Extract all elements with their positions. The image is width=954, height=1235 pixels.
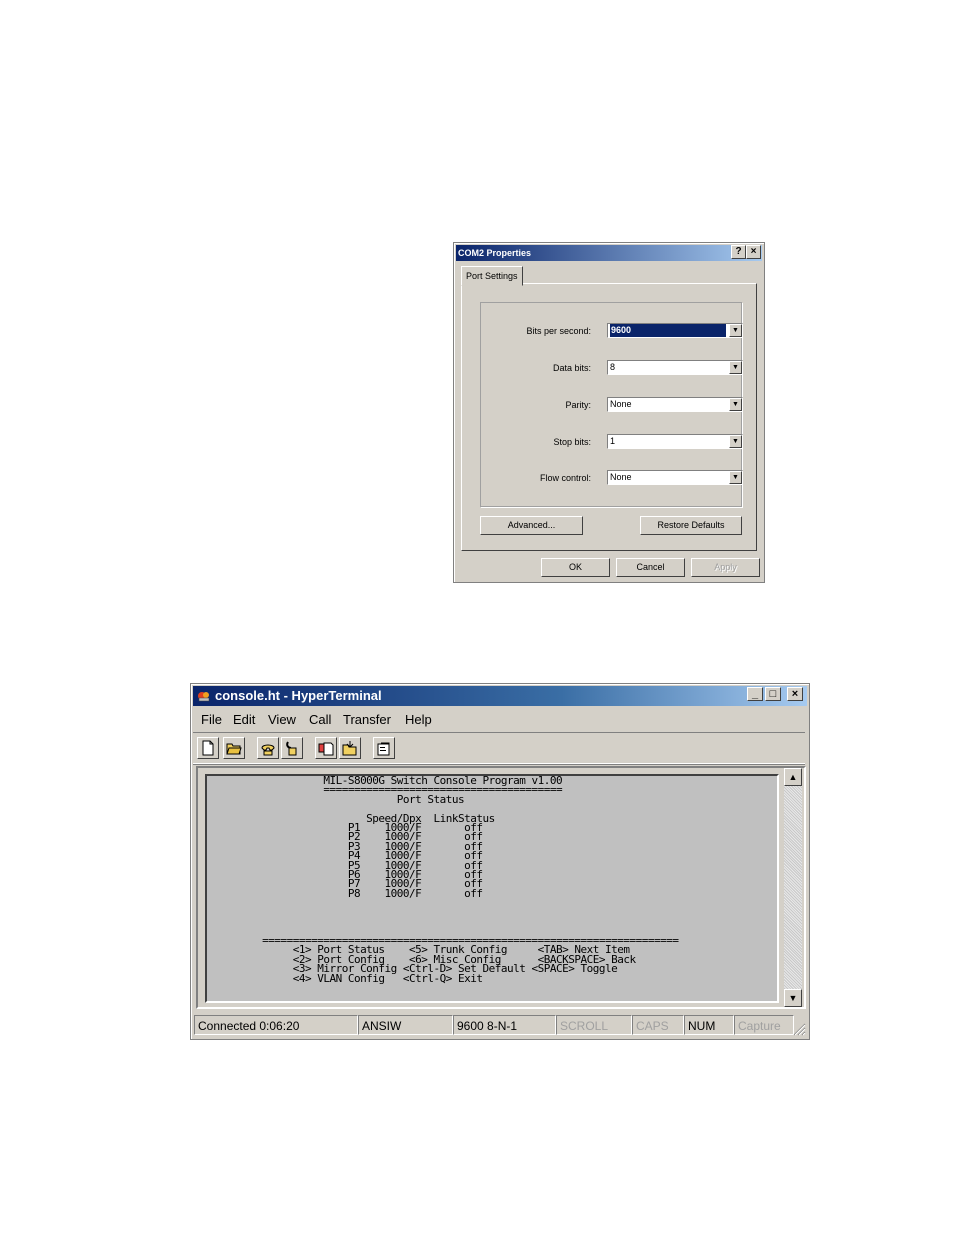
advanced-button[interactable]: Advanced... (480, 516, 583, 535)
minimize-icon[interactable]: _ (747, 687, 763, 701)
status-num: NUM (684, 1015, 734, 1035)
tab-panel: Bits per second: 9600 ▼ Data bits: 8 ▼ P… (461, 283, 757, 551)
stop-bits-label: Stop bits: (553, 437, 591, 447)
status-bar: Connected 0:06:20 ANSIW 9600 8-N-1 SCROL… (194, 1015, 806, 1036)
status-capture: Capture (734, 1015, 794, 1035)
stop-bits-select[interactable]: 1 ▼ (607, 434, 743, 449)
stop-bits-value: 1 (610, 436, 616, 446)
parity-label: Parity: (565, 400, 591, 410)
flow-control-value: None (610, 472, 632, 482)
parity-value: None (610, 399, 632, 409)
open-icon[interactable] (223, 737, 245, 759)
data-bits-select[interactable]: 8 ▼ (607, 360, 743, 375)
menu-edit[interactable]: Edit (233, 712, 255, 727)
window-title-bar[interactable]: console.ht - HyperTerminal (193, 686, 807, 706)
menu-transfer[interactable]: Transfer (343, 712, 391, 727)
resize-grip-icon[interactable] (792, 1022, 806, 1036)
data-bits-label: Data bits: (552, 363, 591, 373)
flow-control-label: Flow control: (539, 473, 591, 483)
terminal-output: MIL-S8000G Switch Console Program v1.00 … (262, 774, 679, 985)
terminal-screen[interactable]: MIL-S8000G Switch Console Program v1.00 … (205, 774, 779, 1003)
com2-properties-dialog: COM2 Properties ? × Port Settings Bits p… (453, 242, 765, 583)
chevron-down-icon[interactable]: ▼ (729, 324, 742, 337)
help-button[interactable]: ? (731, 245, 746, 259)
data-bits-value: 8 (610, 362, 616, 372)
close-button[interactable]: × (746, 245, 761, 259)
hyperterminal-window: console.ht - HyperTerminal _ □ × File Ed… (190, 683, 810, 1040)
properties-icon[interactable] (373, 737, 395, 759)
flow-control-select[interactable]: None ▼ (607, 470, 743, 485)
dialog-title-bar[interactable]: COM2 Properties (456, 245, 762, 261)
send-icon[interactable] (315, 737, 337, 759)
dialog-title: COM2 Properties (458, 248, 532, 258)
scroll-up-icon[interactable]: ▲ (784, 768, 802, 786)
bits-per-second-label: Bits per second: (526, 326, 591, 336)
new-icon[interactable] (197, 737, 219, 759)
terminal-area[interactable]: MIL-S8000G Switch Console Program v1.00 … (196, 766, 806, 1009)
status-connected: Connected 0:06:20 (194, 1015, 358, 1035)
menu-help[interactable]: Help (405, 712, 432, 727)
chevron-down-icon[interactable]: ▼ (729, 471, 742, 484)
window-title: console.ht - HyperTerminal (215, 688, 382, 703)
tab-port-settings[interactable]: Port Settings (461, 266, 523, 286)
restore-defaults-button[interactable]: Restore Defaults (640, 516, 742, 535)
menu-call[interactable]: Call (309, 712, 331, 727)
receive-icon[interactable] (339, 737, 361, 759)
status-caps: CAPS (632, 1015, 684, 1035)
chevron-down-icon[interactable]: ▼ (729, 435, 742, 448)
status-scroll: SCROLL (556, 1015, 632, 1035)
ok-button[interactable]: OK (541, 558, 610, 577)
chevron-down-icon[interactable]: ▼ (729, 361, 742, 374)
chevron-down-icon[interactable]: ▼ (729, 398, 742, 411)
disconnect-icon[interactable] (281, 737, 303, 759)
status-emulation: ANSIW (358, 1015, 453, 1035)
port-settings-group: Bits per second: 9600 ▼ Data bits: 8 ▼ P… (480, 302, 743, 507)
toolbar (193, 732, 805, 764)
cancel-button[interactable]: Cancel (616, 558, 685, 577)
bits-per-second-value: 9600 (610, 324, 726, 337)
status-settings: 9600 8-N-1 (453, 1015, 556, 1035)
bits-per-second-select[interactable]: 9600 ▼ (607, 323, 743, 338)
close-icon[interactable]: × (787, 687, 803, 701)
menu-file[interactable]: File (201, 712, 222, 727)
connect-icon[interactable] (257, 737, 279, 759)
menu-view[interactable]: View (268, 712, 296, 727)
scroll-down-icon[interactable]: ▼ (784, 989, 802, 1007)
parity-select[interactable]: None ▼ (607, 397, 743, 412)
hyperterminal-app-icon (198, 692, 210, 702)
maximize-icon[interactable]: □ (765, 687, 781, 701)
vertical-scrollbar[interactable]: ▲ ▼ (784, 768, 802, 1007)
apply-button[interactable]: Apply (691, 558, 760, 577)
